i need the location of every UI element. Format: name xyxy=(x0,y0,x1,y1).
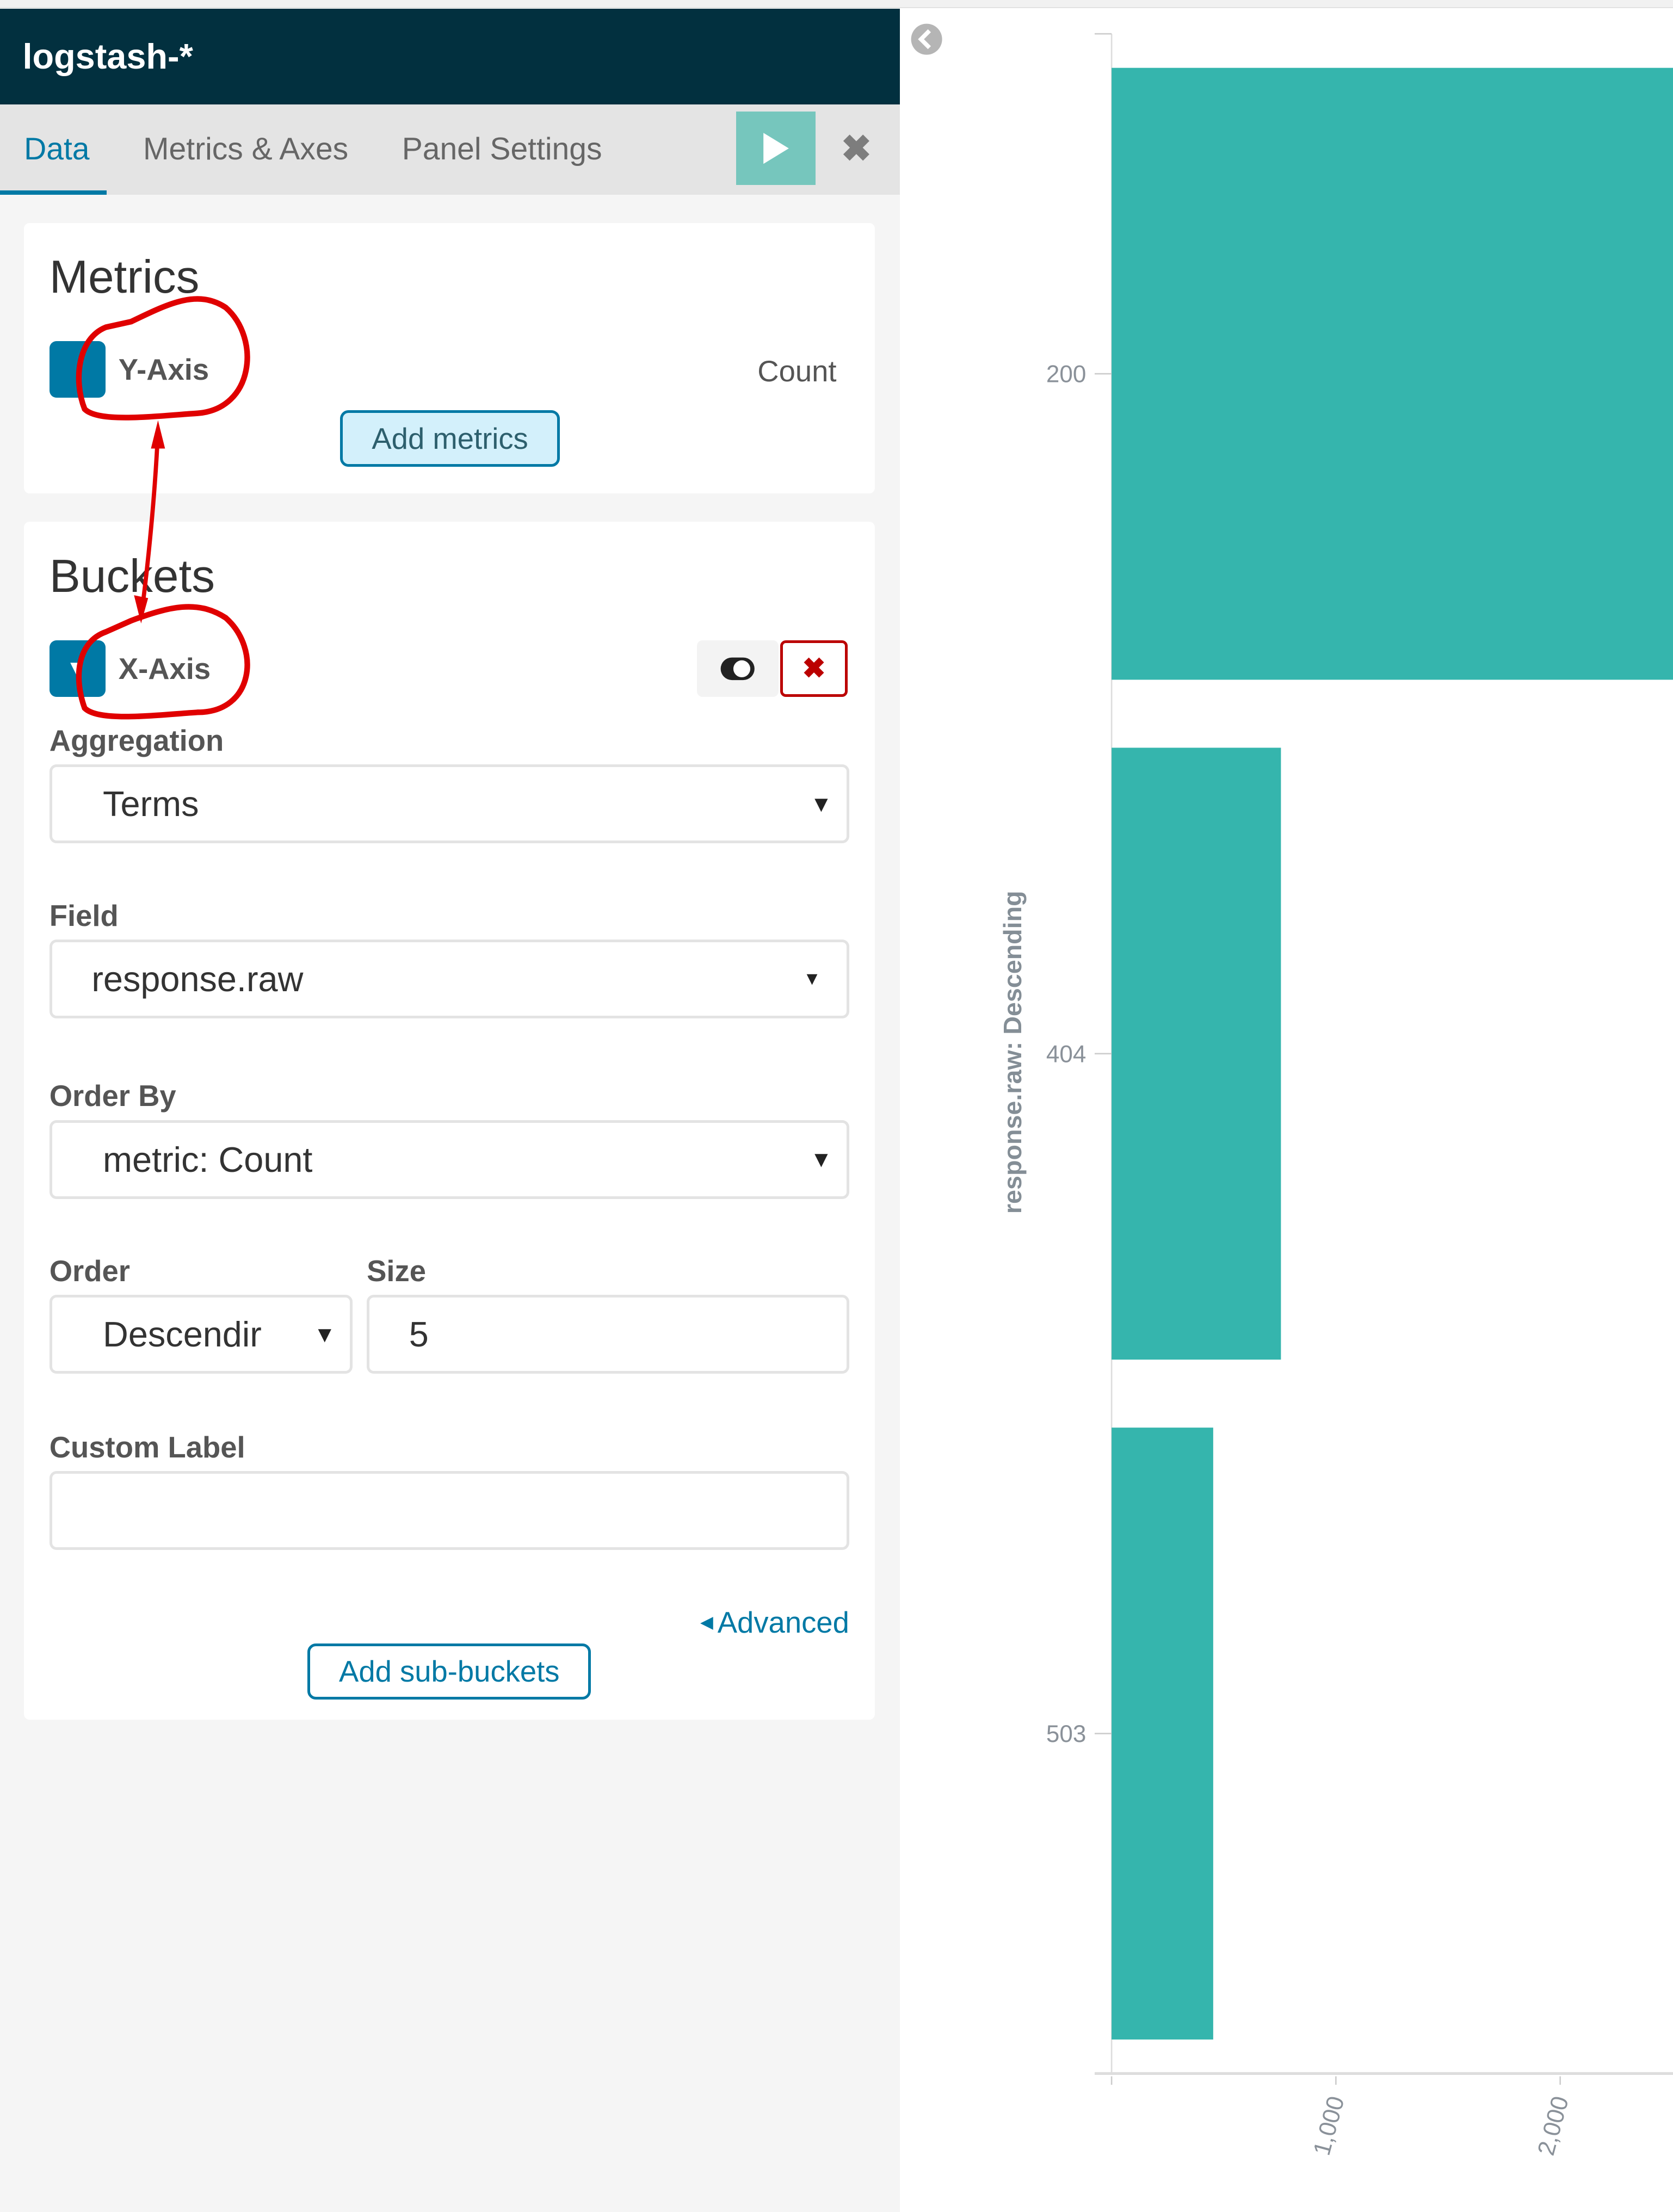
x-tick-label-2000: 2,000 xyxy=(1533,2093,1574,2158)
bar-chart: 200 404 503 1,000 2,000 response.raw: Descen… xyxy=(998,33,1673,2158)
y-tick-label-404: 404 xyxy=(1046,1041,1086,1067)
x-tick-label-1000: 1,000 xyxy=(1308,2093,1350,2158)
visualize-editor: logstash-* Data Metrics & Axes Panel Set… xyxy=(0,0,1673,2212)
bar-503 xyxy=(1112,1428,1213,2040)
bar-404 xyxy=(1112,747,1281,1360)
y-axis-title: response.raw: Descending xyxy=(998,891,1027,1214)
y-tick-label-503: 503 xyxy=(1046,1721,1086,1747)
bar-200 xyxy=(1112,67,1673,680)
y-tick-label-200: 200 xyxy=(1046,361,1086,388)
